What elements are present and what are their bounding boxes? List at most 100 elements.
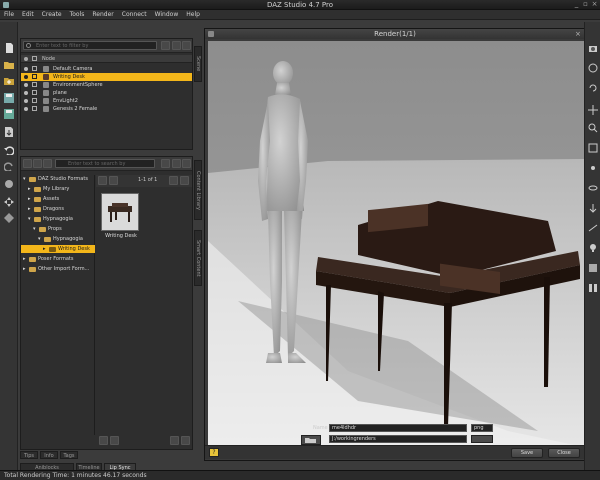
content-tree-item[interactable]: ▾ Hypnagogia <box>21 235 95 243</box>
browse-folder-button[interactable] <box>301 435 321 445</box>
chevron-down-icon[interactable]: ▾ <box>33 225 36 233</box>
name-field[interactable]: me4ldhdr <box>329 424 467 432</box>
chevron-down-icon[interactable]: ▾ <box>38 235 41 243</box>
layout-icon[interactable] <box>587 282 599 294</box>
format-select[interactable]: png <box>471 424 493 432</box>
universal-tool-icon[interactable] <box>3 196 15 208</box>
menu-connect[interactable]: Connect <box>118 10 151 18</box>
scene-node-row[interactable]: EnvLight2 <box>21 97 192 105</box>
menu-window[interactable]: Window <box>151 10 183 18</box>
rotate-icon[interactable] <box>587 82 599 94</box>
scene-node-row[interactable]: Writing Desk <box>21 73 192 81</box>
save-as-icon[interactable] <box>3 108 15 120</box>
chevron-right-icon[interactable]: ▸ <box>28 195 31 203</box>
tab-tags[interactable]: Tags <box>60 451 78 459</box>
visibility-eye-icon[interactable] <box>24 83 28 87</box>
back-button[interactable] <box>23 159 32 168</box>
minimize-icon[interactable]: _ <box>573 1 580 8</box>
save-icon[interactable] <box>3 92 15 104</box>
chevron-right-icon[interactable]: ▸ <box>23 255 26 263</box>
content-thumbnail-item[interactable]: Writing Desk <box>101 193 141 241</box>
chevron-right-icon[interactable]: ▸ <box>28 185 31 193</box>
import-icon[interactable] <box>3 126 15 138</box>
remove-content-button[interactable] <box>110 436 119 445</box>
content-tree-item[interactable]: ▸ Writing Desk <box>21 245 95 253</box>
tab-info[interactable]: Info <box>40 451 58 459</box>
undo-icon[interactable] <box>3 144 15 156</box>
light-icon[interactable] <box>587 242 599 254</box>
add-button[interactable] <box>98 176 107 185</box>
scene-node-row[interactable]: plane <box>21 89 192 97</box>
content-tree-item[interactable]: ▸ My Library <box>21 185 95 193</box>
content-tree-item[interactable]: ▸ Poser Formats <box>21 255 95 263</box>
side-tab-scene[interactable]: Scene <box>194 46 202 82</box>
chevron-right-icon[interactable]: ▸ <box>23 265 26 273</box>
visibility-eye-icon[interactable] <box>24 75 28 79</box>
chevron-down-icon[interactable]: ▾ <box>23 175 26 183</box>
select-toggle-icon[interactable] <box>32 66 37 71</box>
bank-icon[interactable] <box>587 222 599 234</box>
grid-view-button[interactable] <box>180 176 189 185</box>
menu-file[interactable]: File <box>0 10 18 18</box>
select-toggle-icon[interactable] <box>32 98 37 103</box>
filter-options-button[interactable] <box>161 41 170 50</box>
add-content-button[interactable] <box>99 436 108 445</box>
chevron-down-icon[interactable]: ▾ <box>28 215 31 223</box>
menu-edit[interactable]: Edit <box>18 10 38 18</box>
visibility-eye-icon[interactable] <box>24 67 28 71</box>
close-icon[interactable]: × <box>575 30 581 38</box>
content-tree-item[interactable]: ▾ Props <box>21 225 95 233</box>
camera-icon[interactable] <box>587 42 599 54</box>
chevron-right-icon[interactable]: ▸ <box>43 245 46 253</box>
help-icon[interactable]: ? <box>209 448 219 457</box>
open-folder-icon[interactable] <box>3 58 15 70</box>
new-file-icon[interactable] <box>3 42 15 54</box>
menu-help[interactable]: Help <box>182 10 204 18</box>
page-options-button[interactable] <box>109 176 118 185</box>
frame-icon[interactable] <box>587 142 599 154</box>
forward-button[interactable] <box>33 159 42 168</box>
tab-tips[interactable]: Tips <box>20 451 38 459</box>
close-button[interactable]: Close <box>548 448 580 458</box>
select-toggle-icon[interactable] <box>32 82 37 87</box>
side-tab-smart-content[interactable]: Smart Content <box>194 230 202 286</box>
path-options-button[interactable] <box>471 435 493 443</box>
list-view-button[interactable] <box>169 176 178 185</box>
select-toggle-icon[interactable] <box>32 74 37 79</box>
select-toggle-icon[interactable] <box>32 106 37 111</box>
zoom-icon[interactable] <box>587 122 599 134</box>
orbit-icon[interactable] <box>587 182 599 194</box>
content-search-input[interactable]: Enter text to search by <box>55 159 155 168</box>
scene-node-row[interactable]: Default Camera <box>21 65 192 73</box>
home-button[interactable] <box>43 159 52 168</box>
pane-menu-button[interactable] <box>182 41 191 50</box>
side-tab-content-library[interactable]: Content Library <box>194 160 202 220</box>
scene-node-row[interactable]: Genesis 2 Female <box>21 105 192 113</box>
sync-button[interactable] <box>161 159 170 168</box>
maximize-icon[interactable]: ▫ <box>582 1 589 8</box>
scene-filter-input[interactable]: Enter text to filter by <box>23 41 157 50</box>
visibility-eye-icon[interactable] <box>24 107 28 111</box>
path-field[interactable]: J:/workingrenders <box>329 435 467 443</box>
aim-icon[interactable] <box>587 162 599 174</box>
content-tree-item[interactable]: ▸ Other Import Form... <box>21 265 95 273</box>
pane-menu-button[interactable] <box>182 159 191 168</box>
menu-render[interactable]: Render <box>88 10 117 18</box>
view-mode-button[interactable] <box>172 159 181 168</box>
content-tree-item[interactable]: ▸ Dragons <box>21 205 95 213</box>
render-settings-icon[interactable] <box>3 178 15 190</box>
node-weight-icon[interactable] <box>3 212 15 224</box>
merge-icon[interactable] <box>3 74 15 86</box>
menu-tools[interactable]: Tools <box>66 10 89 18</box>
options-button[interactable] <box>181 436 190 445</box>
redo-icon[interactable] <box>3 160 15 172</box>
close-icon[interactable]: × <box>591 1 598 8</box>
surface-icon[interactable] <box>587 262 599 274</box>
visibility-eye-icon[interactable] <box>24 99 28 103</box>
select-toggle-icon[interactable] <box>32 90 37 95</box>
visibility-eye-icon[interactable] <box>24 91 28 95</box>
dolly-icon[interactable] <box>587 202 599 214</box>
save-button[interactable]: Save <box>511 448 543 458</box>
scene-node-row[interactable]: EnvironmentSphere <box>21 81 192 89</box>
refresh-button[interactable] <box>170 436 179 445</box>
